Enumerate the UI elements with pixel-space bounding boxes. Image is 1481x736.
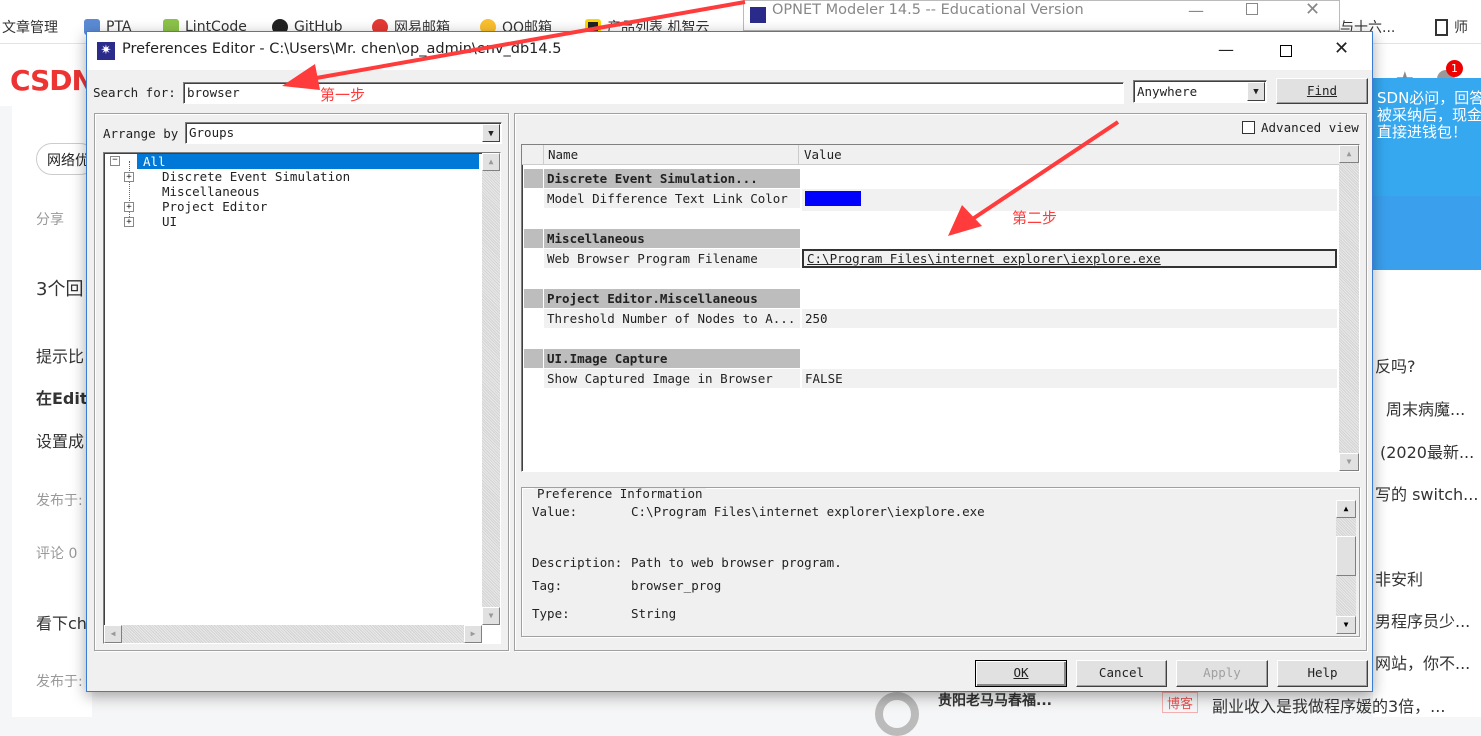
step1-label: 第一步 bbox=[320, 86, 366, 104]
banner-line: 被采纳后，现金 bbox=[1377, 106, 1481, 124]
banner-line: 直接进钱包！ bbox=[1377, 123, 1468, 141]
step1-arrow bbox=[282, 0, 746, 90]
banner-text: SDN必问，回答 被采纳后，现金 直接进钱包！ bbox=[1373, 90, 1481, 141]
step2-label: 第二步 bbox=[1012, 209, 1058, 227]
annotation-arrows bbox=[282, 0, 1120, 236]
banner-line: SDN必问，回答 bbox=[1377, 90, 1481, 107]
